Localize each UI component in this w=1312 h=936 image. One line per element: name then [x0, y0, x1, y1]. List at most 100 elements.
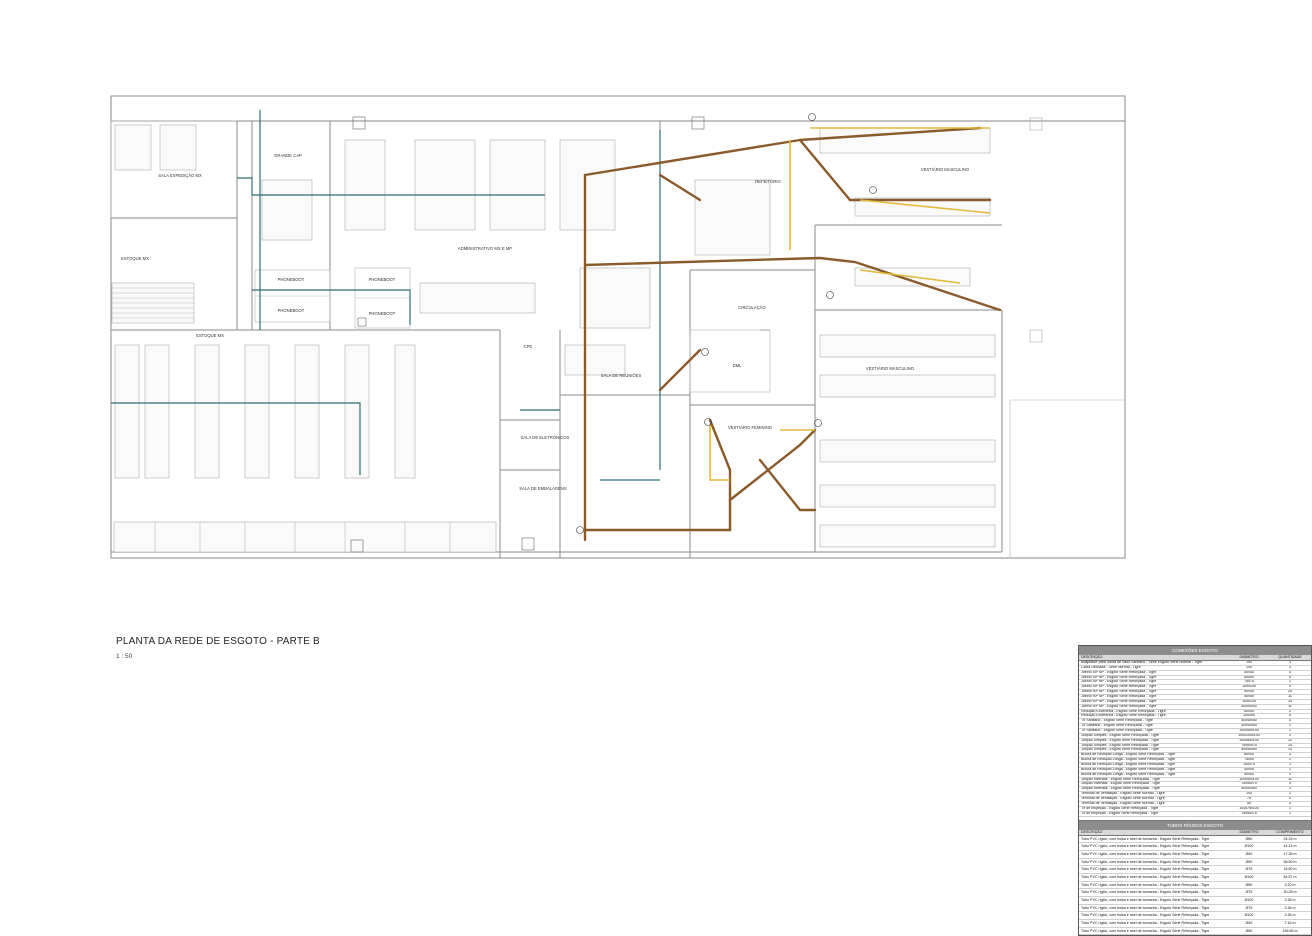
- table-row: Tubo PVC rígido, com bolsa e anel de bor…: [1079, 836, 1311, 844]
- table-cell: 75x50: [1244, 758, 1254, 762]
- table-cell: 11: [1288, 704, 1292, 708]
- table-cell: 50x50x50: [1241, 748, 1257, 752]
- table-cell: Tubo PVC rígido, com bolsa e anel de bor…: [1081, 859, 1210, 864]
- room-label: SALA DE EMBALAGENS: [519, 486, 567, 491]
- table-row: Tubo PVC rígido, com bolsa e anel de bor…: [1079, 897, 1311, 905]
- table-cell: 75x75: [1244, 680, 1254, 684]
- table-cell: 100x100: [1242, 699, 1256, 703]
- table-cell: 3: [1289, 665, 1291, 669]
- table-cell: Ø50: [1245, 928, 1253, 933]
- table-cell: 50x50: [1244, 772, 1254, 776]
- column-header: DIÂMETRO: [1239, 655, 1259, 659]
- table-cell: 100x100: [1242, 685, 1256, 689]
- column-header: COMPRIMENTO: [1276, 829, 1304, 834]
- table-cell: Junção Simples - Esgoto Série Reforçada …: [1081, 733, 1159, 737]
- table-cell: Joelho 45º NP - Esgoto Série Reforçada -…: [1081, 675, 1157, 679]
- table-cell: 1: [1289, 806, 1291, 810]
- table-cell: Tubo PVC rígido, com bolsa e anel de bor…: [1081, 836, 1210, 841]
- pipes-rows: Tubo PVC rígido, com bolsa e anel de bor…: [1079, 836, 1311, 936]
- table-cell: 50x40: [1244, 753, 1254, 757]
- table-cell: Bucha de Redução Longa - Esgoto Série Re…: [1081, 767, 1176, 771]
- table-cell: 4: [1289, 685, 1291, 689]
- pipes-schedule-title: TUBOS RÍGIDOS ESGOTO: [1079, 820, 1311, 830]
- storage-shelving: [111, 282, 497, 553]
- table-cell: 2: [1289, 733, 1291, 737]
- table-cell: 100x50x100: [1239, 729, 1259, 733]
- table-cell: Terminal de Ventilação - Esgoto Série No…: [1081, 797, 1165, 801]
- table-cell: 2: [1289, 797, 1291, 801]
- room-label: PHONEBOOT: [278, 277, 305, 282]
- table-cell: 50x50x50: [1241, 787, 1257, 791]
- table-row: Tubo PVC rígido, com bolsa e anel de bor…: [1079, 912, 1311, 921]
- column-header: DESCRIÇÃO: [1081, 655, 1103, 659]
- room-label: PHONEBOOT: [278, 308, 305, 313]
- room-label: ESTOQUE MX: [121, 256, 149, 261]
- table-cell: 75x50x75: [1241, 743, 1257, 747]
- table-cell: Junção Simples - Esgoto Série Reforçada …: [1081, 743, 1159, 747]
- table-cell: 3: [1289, 661, 1291, 664]
- room-label: SALA DE ELETRÔNICOS: [521, 435, 570, 440]
- table-cell: Tê de Inspeção - Esgoto Série Reforçada …: [1081, 806, 1159, 810]
- table-cell: Tubo PVC rígido, com bolsa e anel de bor…: [1081, 851, 1210, 856]
- table-cell: 30.28 m: [1283, 890, 1297, 895]
- table-row: Tubo PVC rígido, com bolsa e anel de bor…: [1079, 905, 1311, 913]
- table-cell: 5: [1289, 714, 1291, 718]
- room-label: PHONEBOOT: [369, 277, 396, 282]
- table-cell: 50x50: [1244, 675, 1254, 679]
- table-cell: 4: [1289, 782, 1291, 786]
- table-cell: 3.36 m: [1284, 913, 1296, 918]
- table-cell: Junção Invertida - Esgoto Série Reforçad…: [1081, 787, 1160, 791]
- table-cell: Ø40: [1245, 851, 1253, 856]
- table-cell: Joelho 45º NP - Esgoto Série Reforçada -…: [1081, 685, 1157, 689]
- table-cell: Ø100: [1244, 913, 1254, 918]
- table-cell: 100x50x100: [1239, 738, 1259, 742]
- table-cell: Tubo PVC rígido, com bolsa e anel de bor…: [1081, 882, 1210, 887]
- table-cell: Ø50: [1245, 836, 1253, 841]
- table-cell: Ø50: [1245, 882, 1253, 887]
- room-label: ADMINISTRATIVO MX E MP: [458, 246, 512, 251]
- connections-rows: Adaptador para Saída de Vaso Sanitário -…: [1079, 661, 1311, 817]
- table-cell: 196.65 m: [1282, 928, 1298, 933]
- table-cell: Adaptador para Saída de Vaso Sanitário -…: [1081, 661, 1203, 664]
- table-row: Tubo PVC rígido, com bolsa e anel de bor…: [1079, 889, 1311, 897]
- table-cell: 40x40x40: [1241, 704, 1257, 708]
- drawing-title-block: PLANTA DA REDE DE ESGOTO - PARTE B 1 : 5…: [116, 636, 320, 660]
- table-cell: Ø50: [1245, 859, 1253, 864]
- room-label: REFEITÓRIO: [755, 179, 781, 184]
- table-row: Tubo PVC rígido, com bolsa e anel de bor…: [1079, 866, 1311, 874]
- table-cell: 3.36 m: [1284, 898, 1296, 902]
- table-cell: 100x50x100: [1239, 777, 1259, 781]
- table-cell: 17.36 m: [1283, 851, 1297, 856]
- column-header: DIÂMETRO: [1239, 829, 1259, 834]
- table-cell: 11: [1288, 695, 1292, 699]
- table-cell: 100x50: [1243, 714, 1255, 718]
- table-cell: Ø75: [1245, 867, 1253, 872]
- table-cell: 1: [1289, 811, 1291, 815]
- table-cell: 2: [1289, 680, 1291, 684]
- table-cell: 50: [1247, 801, 1251, 805]
- table-cell: 50x50: [1244, 695, 1254, 699]
- table-cell: Tubo PVC rígido, com bolsa e anel de bor…: [1081, 844, 1210, 849]
- room-label: VESTIÁRIO FEMININO: [728, 425, 773, 430]
- table-cell: Ø100: [1244, 898, 1254, 902]
- table-cell: 50x40: [1244, 709, 1254, 713]
- table-cell: 5: [1289, 675, 1291, 679]
- table-cell: 100x100x100: [1238, 733, 1260, 737]
- table-cell: 100x75: [1243, 763, 1255, 767]
- table-cell: 64.57 m: [1283, 874, 1297, 879]
- table-cell: 1: [1289, 729, 1291, 733]
- table-row: Tubo PVC rígido, com bolsa e anel de bor…: [1079, 843, 1311, 851]
- table-cell: 75: [1247, 797, 1251, 801]
- table-cell: Bucha de Redução Longa - Esgoto Série Re…: [1081, 772, 1176, 776]
- room-label: GRANDE CAP: [274, 153, 302, 158]
- table-cell: 2: [1289, 787, 1291, 791]
- table-cell: 40x40: [1244, 690, 1254, 694]
- room-label: ESTOQUE MX: [196, 333, 224, 338]
- table-cell: Bucha de Redução Longa - Esgoto Série Re…: [1081, 758, 1176, 762]
- table-row: Tubo PVC rígido, com bolsa e anel de bor…: [1079, 882, 1311, 890]
- changing-room-fixtures: [819, 127, 996, 548]
- table-cell: 14: [1288, 743, 1292, 747]
- table-cell: 4: [1289, 670, 1291, 674]
- table-cell: Ø40: [1245, 921, 1253, 926]
- drawing-title: PLANTA DA REDE DE ESGOTO - PARTE B: [116, 636, 320, 647]
